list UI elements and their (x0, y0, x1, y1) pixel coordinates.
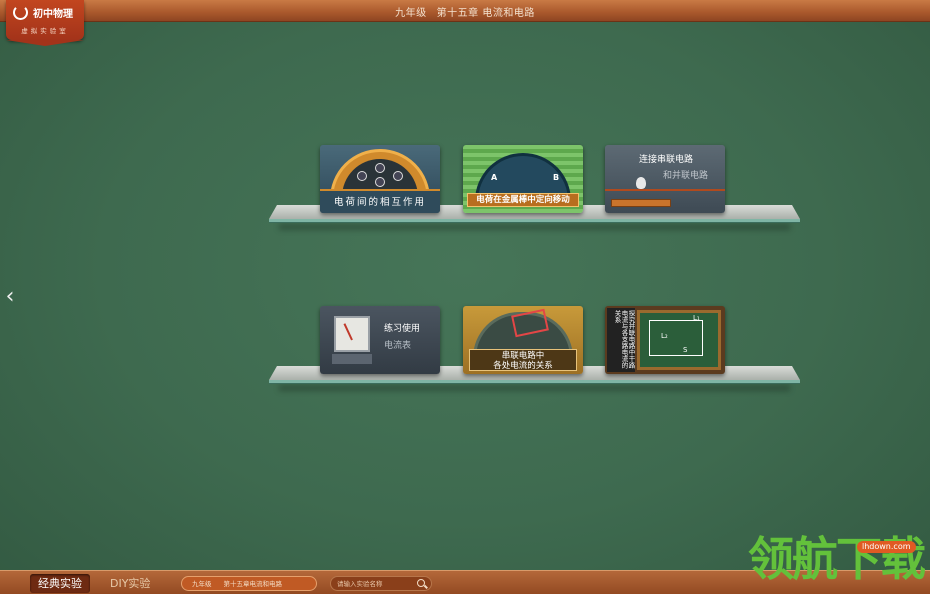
mark-a: A (491, 173, 498, 182)
card-label-line1: 练习使用 (384, 324, 421, 334)
experiment-card-charge-interaction[interactable]: 电荷间的相互作用 (320, 145, 440, 213)
app-logo[interactable]: 初中物理 虚拟实验室 (6, 0, 84, 46)
search-icon[interactable] (417, 579, 425, 587)
tab-classic-experiments[interactable]: 经典实验 (30, 574, 90, 593)
bulb-icon (636, 177, 646, 189)
search-box (330, 576, 432, 591)
card-label: 串联电路中 各处电流的关系 (469, 349, 577, 371)
experiment-card-ammeter[interactable]: 练习使用 电流表 (320, 306, 440, 374)
experiment-card-series-current[interactable]: 串联电路中 各处电流的关系 (463, 306, 583, 374)
card-label: 探究并联电路中干路电流与各支路电流的关系 (607, 308, 635, 372)
experiment-card-series-parallel[interactable]: 连接串联电路 和并联电路 (605, 145, 725, 213)
breadcrumb-grade: 九年级 (192, 580, 212, 588)
mark-b: B (553, 173, 560, 182)
title-bar: 九年级 第十五章 电流和电路 (0, 0, 930, 22)
chevron-left-icon[interactable]: ‹ (2, 284, 18, 310)
magnet-icon (13, 5, 28, 20)
grade-label: 九年级 (395, 8, 427, 19)
experiment-card-charge-in-metal-rod[interactable]: A B 电荷在金属棒中定向移动 (463, 145, 583, 213)
card-label-line1: 串联电路中 (501, 351, 545, 361)
card-label: 电荷间的相互作用 (320, 189, 440, 213)
card-label-line2: 和并联电路 (663, 171, 709, 181)
chapter-label: 第十五章 电流和电路 (436, 8, 535, 19)
card-label-line2: 各处电流的关系 (493, 361, 553, 371)
tab-diy-experiments[interactable]: DIY实验 (102, 574, 158, 593)
card-label-line1: 连接串联电路 (639, 155, 694, 165)
watermark-badge: lhdown.com (857, 541, 916, 553)
search-input[interactable] (337, 577, 417, 590)
logo-title: 初中物理 (33, 9, 73, 20)
breadcrumb-chapter: 第十五章电流和电路 (223, 580, 283, 588)
logo-subtitle: 虚拟实验室 (21, 27, 69, 35)
breadcrumb[interactable]: 九年级 第十五章电流和电路 (181, 576, 317, 591)
experiment-card-parallel-current[interactable]: 探究并联电路中干路电流与各支路电流的关系 L₁ L₂ S (605, 306, 725, 374)
card-label-line2: 电流表 (384, 341, 412, 351)
circuit-board-illustration (611, 199, 671, 207)
card-label: 电荷在金属棒中定向移动 (467, 193, 579, 207)
ammeter-icon (334, 316, 370, 352)
chapter-title: 九年级 第十五章 电流和电路 (0, 4, 930, 19)
